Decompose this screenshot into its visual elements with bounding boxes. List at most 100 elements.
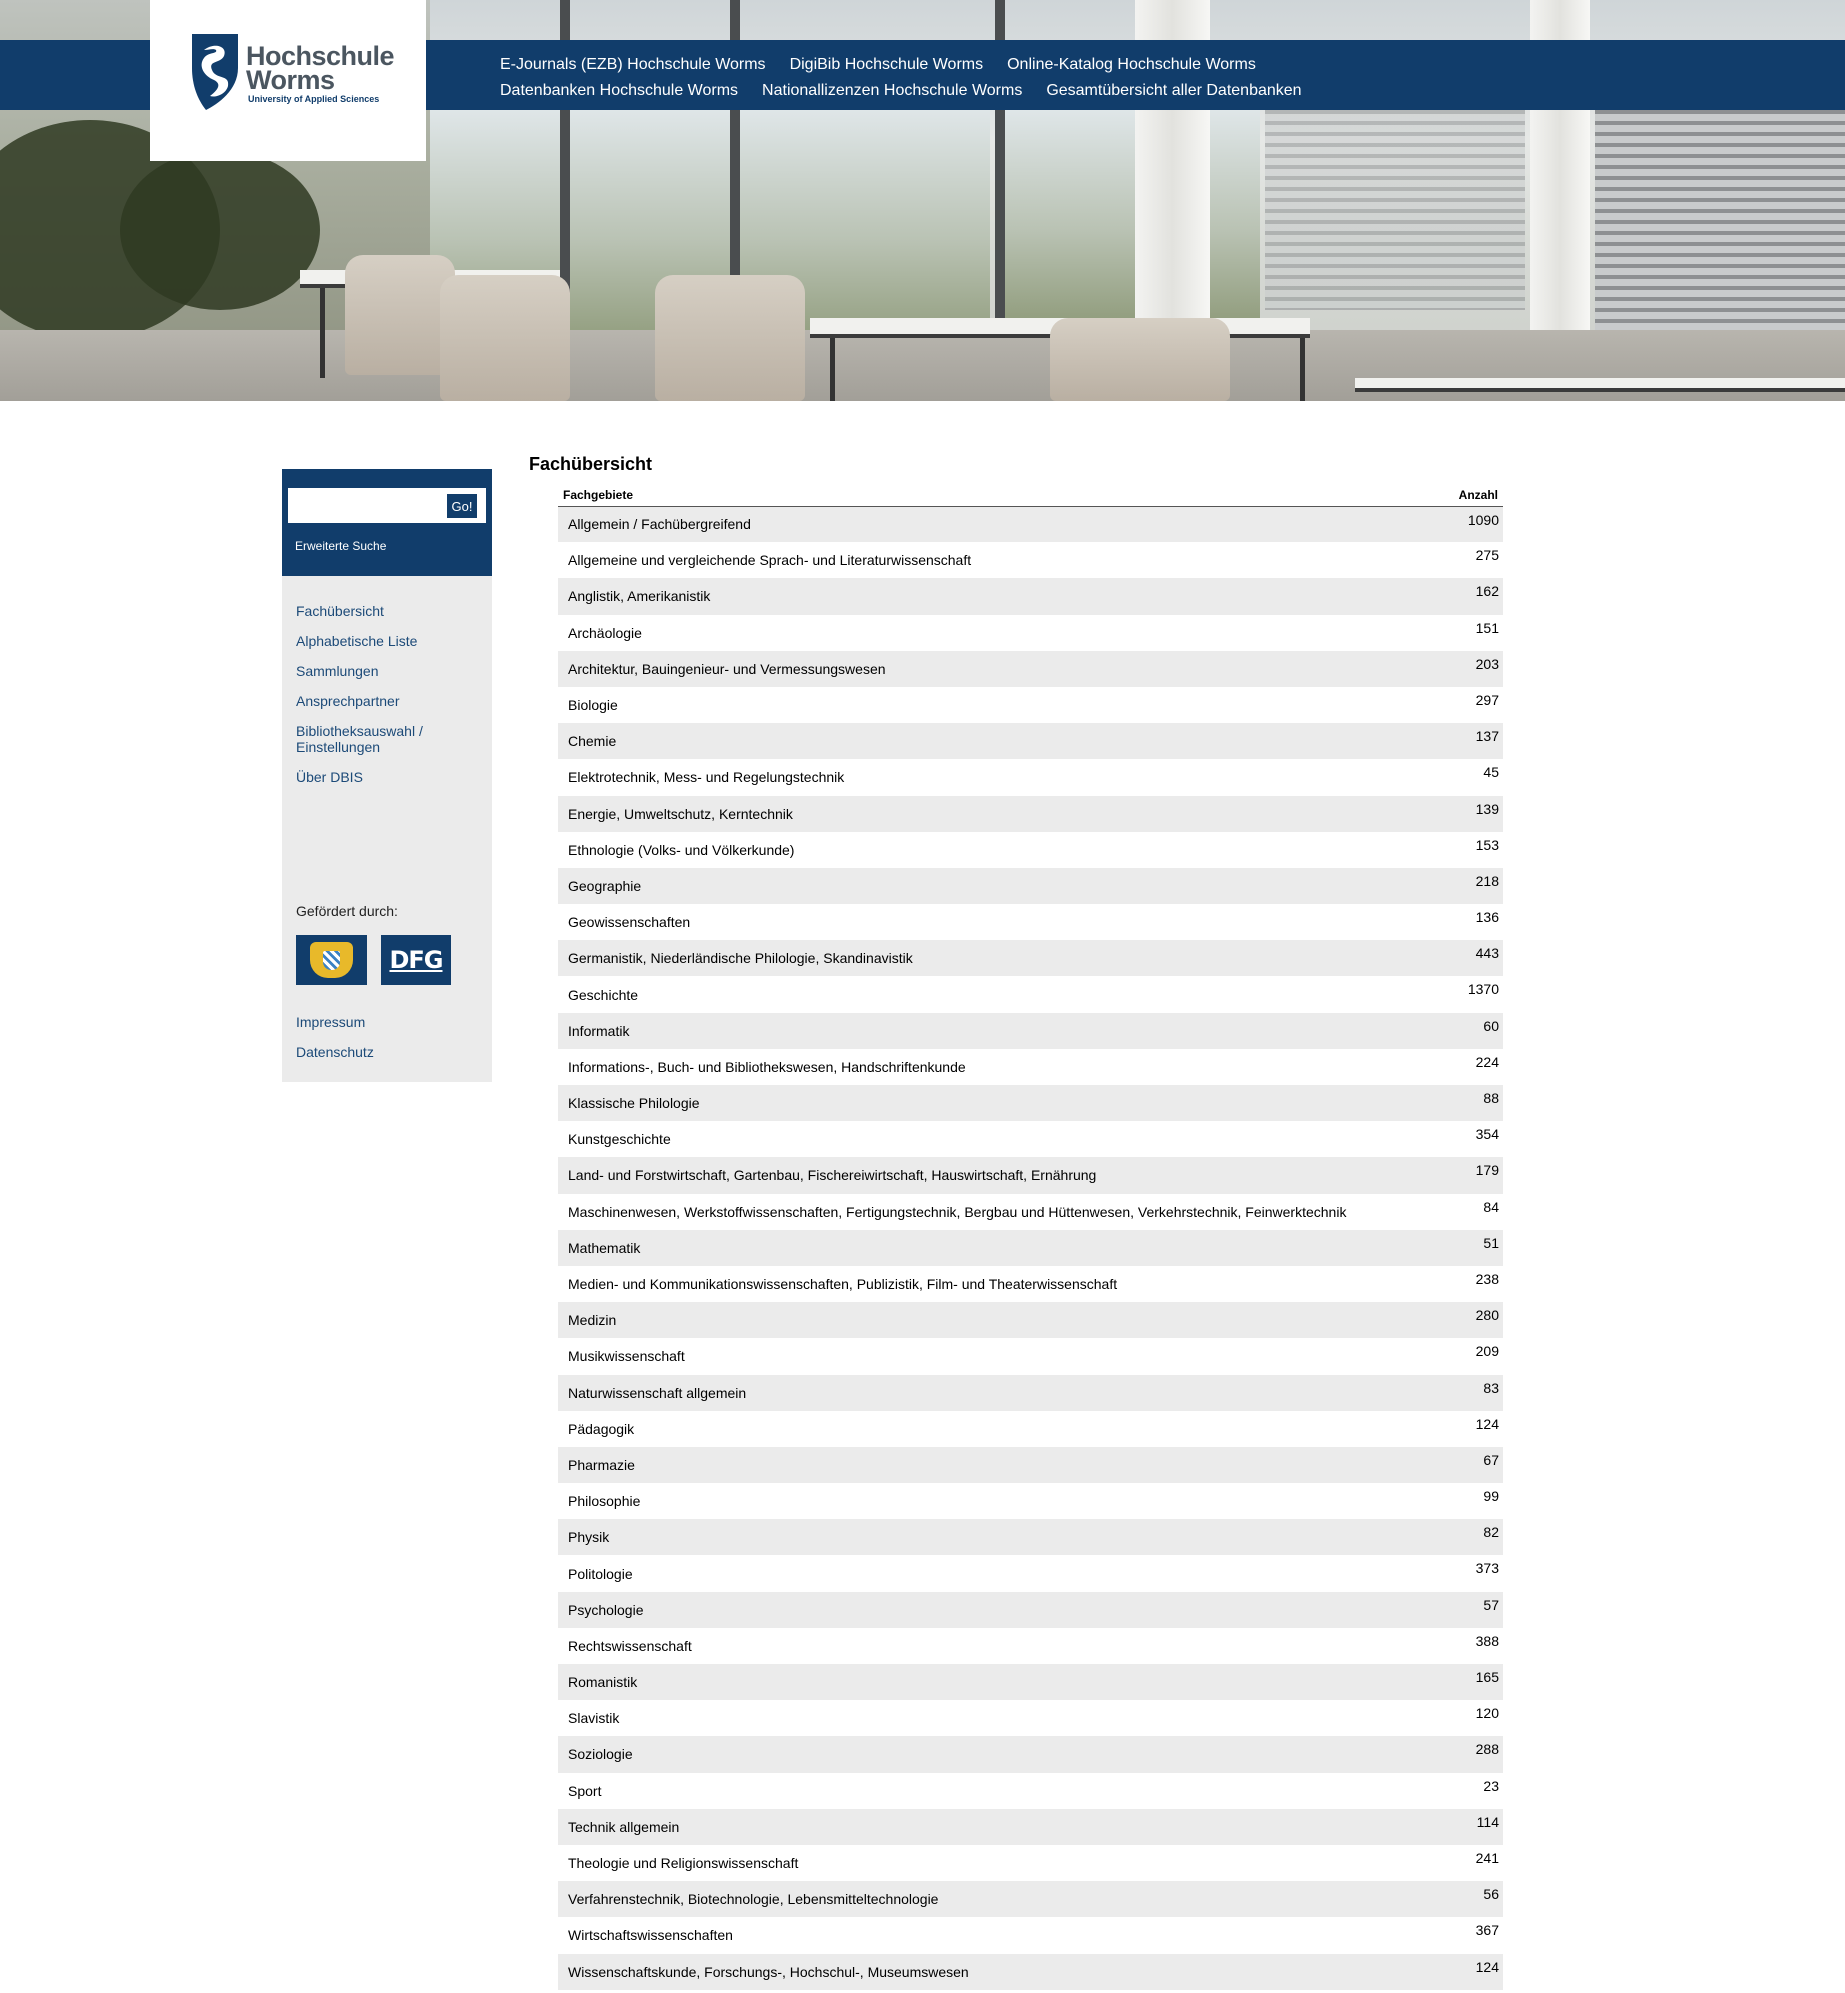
subject-link[interactable]: Philosophie bbox=[568, 1493, 640, 1509]
table-row: Allgemein / Fachübergreifend 1090 bbox=[558, 506, 1503, 543]
subject-cell: Germanistik, Niederländische Philologie,… bbox=[558, 940, 1448, 976]
subject-cell: Geowissenschaften bbox=[558, 904, 1448, 940]
subject-link[interactable]: Informatik bbox=[568, 1023, 629, 1039]
table-row: Kunstgeschichte 354 bbox=[558, 1121, 1503, 1158]
table-row: Medien- und Kommunikationswissenschaften… bbox=[558, 1265, 1503, 1303]
subject-link[interactable]: Mathematik bbox=[568, 1240, 640, 1256]
count-cell: 275 bbox=[1475, 547, 1499, 564]
subject-link[interactable]: Germanistik, Niederländische Philologie,… bbox=[568, 950, 913, 966]
nav-link-datenbanken[interactable]: Datenbanken Hochschule Worms bbox=[500, 82, 738, 100]
sidebar-item-alphabetische-liste[interactable]: Alphabetische Liste bbox=[296, 633, 486, 649]
datenschutz-link[interactable]: Datenschutz bbox=[296, 1044, 374, 1060]
subject-cell: Allgemein / Fachübergreifend bbox=[558, 506, 1448, 542]
nav-link-nationallizenzen[interactable]: Nationallizenzen Hochschule Worms bbox=[762, 82, 1022, 100]
subject-link[interactable]: Biologie bbox=[568, 697, 618, 713]
subject-link[interactable]: Geschichte bbox=[568, 987, 638, 1003]
banner-chair bbox=[1050, 318, 1230, 401]
subject-cell: Geographie bbox=[558, 868, 1448, 904]
subject-cell: Sport bbox=[558, 1773, 1448, 1809]
subject-link[interactable]: Allgemeine und vergleichende Sprach- und… bbox=[568, 552, 971, 568]
count-cell: 179 bbox=[1475, 1162, 1499, 1179]
subject-link[interactable]: Psychologie bbox=[568, 1602, 644, 1618]
search-input[interactable] bbox=[290, 490, 445, 521]
subject-link[interactable]: Technik allgemein bbox=[568, 1819, 679, 1835]
subject-link[interactable]: Medien- und Kommunikationswissenschaften… bbox=[568, 1276, 1117, 1292]
nav-link-gesamtuebersicht[interactable]: Gesamtübersicht aller Datenbanken bbox=[1046, 82, 1301, 100]
subject-link[interactable]: Architektur, Bauingenieur- und Vermessun… bbox=[568, 661, 886, 677]
nav-link-online-katalog[interactable]: Online-Katalog Hochschule Worms bbox=[1007, 56, 1256, 74]
table-row: Medizin 280 bbox=[558, 1302, 1503, 1339]
impressum-link[interactable]: Impressum bbox=[296, 1014, 374, 1030]
logo[interactable]: Hochschule Worms University of Applied S… bbox=[150, 0, 426, 161]
table-body: Allgemein / Fachübergreifend 1090 Allgemei… bbox=[558, 506, 1503, 1990]
count-cell: 88 bbox=[1483, 1090, 1499, 1106]
subject-link[interactable]: Elektrotechnik, Mess- und Regelungstechn… bbox=[568, 769, 844, 785]
count-cell: 241 bbox=[1475, 1849, 1499, 1866]
count-cell: 1370 bbox=[1467, 981, 1499, 998]
count-cell: 367 bbox=[1475, 1922, 1499, 1939]
subject-cell: Medien- und Kommunikationswissenschaften… bbox=[558, 1266, 1448, 1302]
subject-link[interactable]: Ethnologie (Volks- und Völkerkunde) bbox=[568, 842, 794, 858]
count-cell: 373 bbox=[1475, 1560, 1499, 1577]
subject-link[interactable]: Chemie bbox=[568, 733, 616, 749]
subject-link[interactable]: Musikwissenschaft bbox=[568, 1348, 685, 1364]
subject-link[interactable]: Wirtschaftswissenschaften bbox=[568, 1927, 733, 1943]
subject-link[interactable]: Slavistik bbox=[568, 1710, 619, 1726]
subject-link[interactable]: Romanistik bbox=[568, 1674, 637, 1690]
sidebar-item-sammlungen[interactable]: Sammlungen bbox=[296, 663, 486, 679]
sidebar-item-bibliotheksauswahl[interactable]: Bibliotheksauswahl / Einstellungen bbox=[296, 723, 446, 755]
banner-plant bbox=[120, 150, 320, 310]
subject-table: Fachgebiete Anzahl Allgemein / Fachüberg… bbox=[558, 484, 1503, 1990]
table-row: Anglistik, Amerikanistik 162 bbox=[558, 578, 1503, 615]
subject-link[interactable]: Rechtswissenschaft bbox=[568, 1638, 692, 1654]
sidebar-item-ansprechpartner[interactable]: Ansprechpartner bbox=[296, 693, 486, 709]
count-cell: 137 bbox=[1475, 728, 1499, 745]
subject-link[interactable]: Geographie bbox=[568, 878, 641, 894]
dfg-logo[interactable]: DFG bbox=[381, 935, 451, 985]
count-cell: 45 bbox=[1483, 764, 1499, 781]
subject-link[interactable]: Medizin bbox=[568, 1312, 616, 1328]
table-row: Naturwissenschaft allgemein 83 bbox=[558, 1374, 1503, 1411]
count-cell: 136 bbox=[1475, 909, 1499, 926]
subject-link[interactable]: Sport bbox=[568, 1783, 601, 1799]
advanced-search-link[interactable]: Erweiterte Suche bbox=[295, 539, 386, 553]
subject-link[interactable]: Physik bbox=[568, 1529, 609, 1545]
search-go-button[interactable]: Go! bbox=[446, 493, 478, 519]
table-row: Informations-, Buch- und Bibliothekswese… bbox=[558, 1048, 1503, 1085]
subject-link[interactable]: Land- und Forstwirtschaft, Gartenbau, Fi… bbox=[568, 1167, 1096, 1183]
count-cell: 443 bbox=[1475, 945, 1499, 962]
nav-link-digibib[interactable]: DigiBib Hochschule Worms bbox=[790, 56, 984, 74]
subject-link[interactable]: Allgemein / Fachübergreifend bbox=[568, 516, 751, 532]
sidebar-item-ueber-dbis[interactable]: Über DBIS bbox=[296, 769, 486, 785]
subject-link[interactable]: Archäologie bbox=[568, 625, 642, 641]
count-cell: 280 bbox=[1475, 1307, 1499, 1324]
subject-link[interactable]: Pharmazie bbox=[568, 1457, 635, 1473]
subject-link[interactable]: Maschinenwesen, Werkstoffwissenschaften,… bbox=[568, 1204, 1346, 1220]
subject-cell: Klassische Philologie bbox=[558, 1085, 1448, 1121]
subject-cell: Slavistik bbox=[558, 1700, 1448, 1736]
subject-cell: Mathematik bbox=[558, 1230, 1448, 1266]
count-cell: 56 bbox=[1483, 1886, 1499, 1903]
subject-link[interactable]: Soziologie bbox=[568, 1746, 633, 1762]
subject-link[interactable]: Theologie und Religionswissenschaft bbox=[568, 1855, 798, 1871]
subject-link[interactable]: Pädagogik bbox=[568, 1421, 634, 1437]
table-row: Sport 23 bbox=[558, 1772, 1503, 1809]
subject-link[interactable]: Kunstgeschichte bbox=[568, 1131, 671, 1147]
subject-link[interactable]: Geowissenschaften bbox=[568, 914, 690, 930]
subject-link[interactable]: Wissenschaftskunde, Forschungs-, Hochsch… bbox=[568, 1964, 969, 1980]
subject-link[interactable]: Anglistik, Amerikanistik bbox=[568, 588, 710, 604]
subject-link[interactable]: Klassische Philologie bbox=[568, 1095, 700, 1111]
subject-cell: Archäologie bbox=[558, 615, 1448, 651]
subject-link[interactable]: Politologie bbox=[568, 1566, 633, 1582]
subject-link[interactable]: Naturwissenschaft allgemein bbox=[568, 1385, 746, 1401]
subject-link[interactable]: Energie, Umweltschutz, Kerntechnik bbox=[568, 806, 793, 822]
count-cell: 1090 bbox=[1467, 511, 1499, 528]
count-cell: 67 bbox=[1483, 1451, 1499, 1468]
subject-link[interactable]: Informations-, Buch- und Bibliothekswese… bbox=[568, 1059, 966, 1075]
bavaria-crest-icon[interactable] bbox=[296, 935, 367, 985]
subject-cell: Physik bbox=[558, 1519, 1448, 1555]
subject-link[interactable]: Verfahrenstechnik, Biotechnologie, Leben… bbox=[568, 1891, 938, 1907]
nav-link-ezb[interactable]: E-Journals (EZB) Hochschule Worms bbox=[500, 56, 766, 74]
sidebar-item-fachuebersicht[interactable]: Fachübersicht bbox=[296, 603, 486, 619]
table-header-row: Fachgebiete Anzahl bbox=[558, 484, 1503, 507]
